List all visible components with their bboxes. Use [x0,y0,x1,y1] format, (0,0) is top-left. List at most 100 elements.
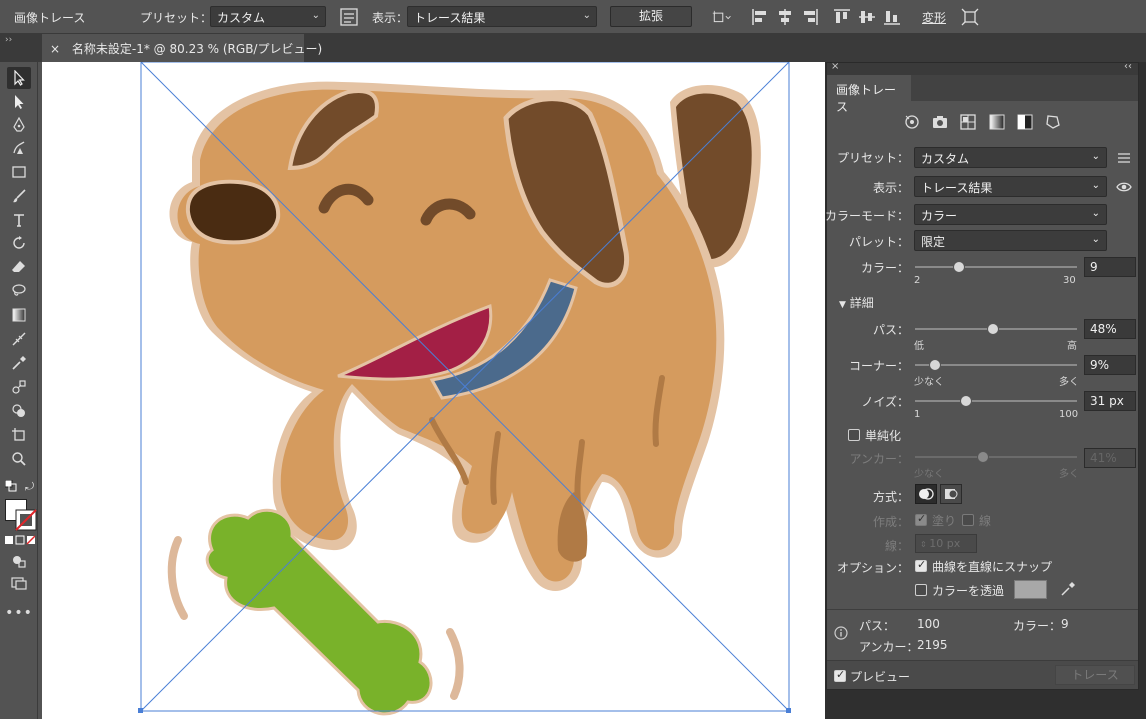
artboard[interactable] [42,62,825,719]
preset-dropdown[interactable]: カスタム ⌄ [210,6,326,27]
align-left-icon[interactable] [750,7,770,27]
simplify-checkbox[interactable] [848,429,860,441]
close-tab-icon[interactable]: × [50,42,60,56]
shape-builder-tool-icon[interactable] [7,400,31,422]
mesh-tool-icon[interactable] [7,328,31,350]
ignore-color-swatch[interactable] [1014,580,1047,599]
gradient-tool-icon[interactable] [7,304,31,326]
curvature-tool-icon[interactable] [7,137,31,159]
color-mode-icons[interactable] [5,534,36,545]
method-abutting-button[interactable] [915,484,937,504]
rotate-tool-icon[interactable] [7,232,31,254]
noise-slider-knob[interactable] [960,395,972,407]
colors-input[interactable]: 9 [1084,257,1136,277]
preset-label: プリセット： [140,11,213,25]
stroke-swatch[interactable] [15,509,37,531]
lasso-tool-icon[interactable] [7,280,31,302]
anchors-input[interactable]: 41% [1084,448,1136,468]
chevron-down-icon: ⌄ [582,10,591,21]
control-bar-panel-name[interactable]: 画像トレース [14,9,85,26]
transform-link[interactable]: 変形 [922,9,946,26]
artboard-tool-icon[interactable] [7,424,31,446]
colors-slider-knob[interactable] [952,261,965,273]
blend-tool-icon[interactable] [7,376,31,398]
paintbrush-tool-icon[interactable] [7,185,31,207]
outline-icon[interactable] [1044,113,1062,131]
noise-slider[interactable] [915,395,1077,407]
eraser-tool-icon[interactable] [7,256,31,278]
paths-input[interactable]: 48% [1084,319,1136,339]
expand-button[interactable]: 拡張 [610,6,692,27]
preview-checkbox[interactable] [834,668,846,682]
ignore-color-checkbox[interactable] [915,584,927,596]
panel-preset-dropdown[interactable]: カスタム ⌄ [914,147,1107,168]
align-bottom-icon[interactable] [882,7,902,27]
swap-fill-stroke-icon[interactable]: ⤾ [25,480,37,493]
default-fill-stroke-icon[interactable] [4,479,17,492]
canvas-area[interactable] [39,62,825,719]
noise-max: 100 [1059,409,1079,420]
snap-curves-checkbox[interactable] [915,558,927,572]
stroke-width-input[interactable]: ⇕ 10 px [915,534,977,553]
colors-slider[interactable] [915,261,1077,273]
method-overlapping-button[interactable] [940,484,962,504]
fills-checkbox[interactable] [915,512,927,526]
zoom-tool-icon[interactable] [7,448,31,470]
align-right-icon[interactable] [800,7,820,27]
colors-label: カラー： [860,261,909,275]
paths-slider[interactable] [915,323,1077,335]
preset-dropdown-value: カスタム [217,11,266,25]
corners-input[interactable]: 9% [1084,355,1136,375]
eyedropper-tool-icon[interactable] [7,352,31,374]
pen-tool-icon[interactable] [7,114,31,136]
camera-icon[interactable] [931,113,949,131]
method-label: 方式： [872,490,909,504]
panel-view-dropdown[interactable]: トレース結果 ⌄ [914,176,1107,197]
color-mode-dropdown[interactable]: カラー ⌄ [914,204,1107,225]
eyedropper-icon[interactable] [1060,581,1076,597]
paths-slider-knob[interactable] [987,323,999,335]
view-dropdown[interactable]: トレース結果 ⌄ [407,6,597,27]
corners-slider-knob[interactable] [928,359,941,371]
corners-slider[interactable] [915,359,1077,371]
traced-artwork[interactable] [42,62,825,719]
simplify-label: 単純化 [865,429,902,443]
tab-image-trace[interactable]: 画像トレース [827,75,911,114]
motion-line-left [167,536,188,620]
drawing-mode-icon[interactable] [7,550,31,572]
trace-button[interactable]: トレース [1055,665,1135,685]
noise-input[interactable]: 31 px [1084,391,1136,411]
screen-mode-icon[interactable] [7,572,31,594]
align-horizontal-center-icon[interactable] [775,7,795,27]
direct-selection-tool-icon[interactable] [7,91,31,113]
chevron-down-icon: ⌄ [1091,151,1100,162]
strokes-checkbox[interactable] [962,514,974,526]
selection-tool-icon[interactable] [7,67,31,89]
grayscale-icon[interactable] [988,113,1006,131]
black-and-white-icon[interactable] [1016,113,1034,131]
document-tab[interactable]: × 名称未設定-1* @ 80.23 % (RGB/プレビュー) [42,34,322,62]
anchors-slider-knob[interactable] [976,451,989,463]
palette-dropdown[interactable]: 限定 ⌄ [914,230,1107,251]
paths-label: パス： [872,323,909,337]
low-color-icon[interactable] [959,113,977,131]
type-tool-icon[interactable] [7,209,31,231]
preset-menu-icon[interactable] [1117,152,1131,164]
more-tools-icon[interactable]: ••• [5,602,32,624]
collapse-panel-icon[interactable]: ‹‹ [1124,61,1132,72]
info-paths-value: 100 [917,617,940,631]
advanced-toggle[interactable]: ▼ 詳細 [839,294,874,311]
fills-label: 塗り [932,514,957,528]
close-panel-icon[interactable]: × [831,61,839,72]
tools-collapse-icon[interactable]: ›› [5,35,12,45]
align-vertical-center-icon[interactable] [857,7,877,27]
rectangle-tool-icon[interactable] [7,161,31,183]
paths-max: 高 [1067,341,1077,352]
isolate-object-icon[interactable] [960,7,980,27]
eye-icon[interactable] [1116,181,1132,193]
align-to-icon[interactable] [712,7,732,27]
align-top-icon[interactable] [832,7,852,27]
anchors-slider[interactable] [915,451,1077,463]
trace-panel-icon[interactable] [339,7,359,27]
auto-color-icon[interactable] [903,113,921,131]
